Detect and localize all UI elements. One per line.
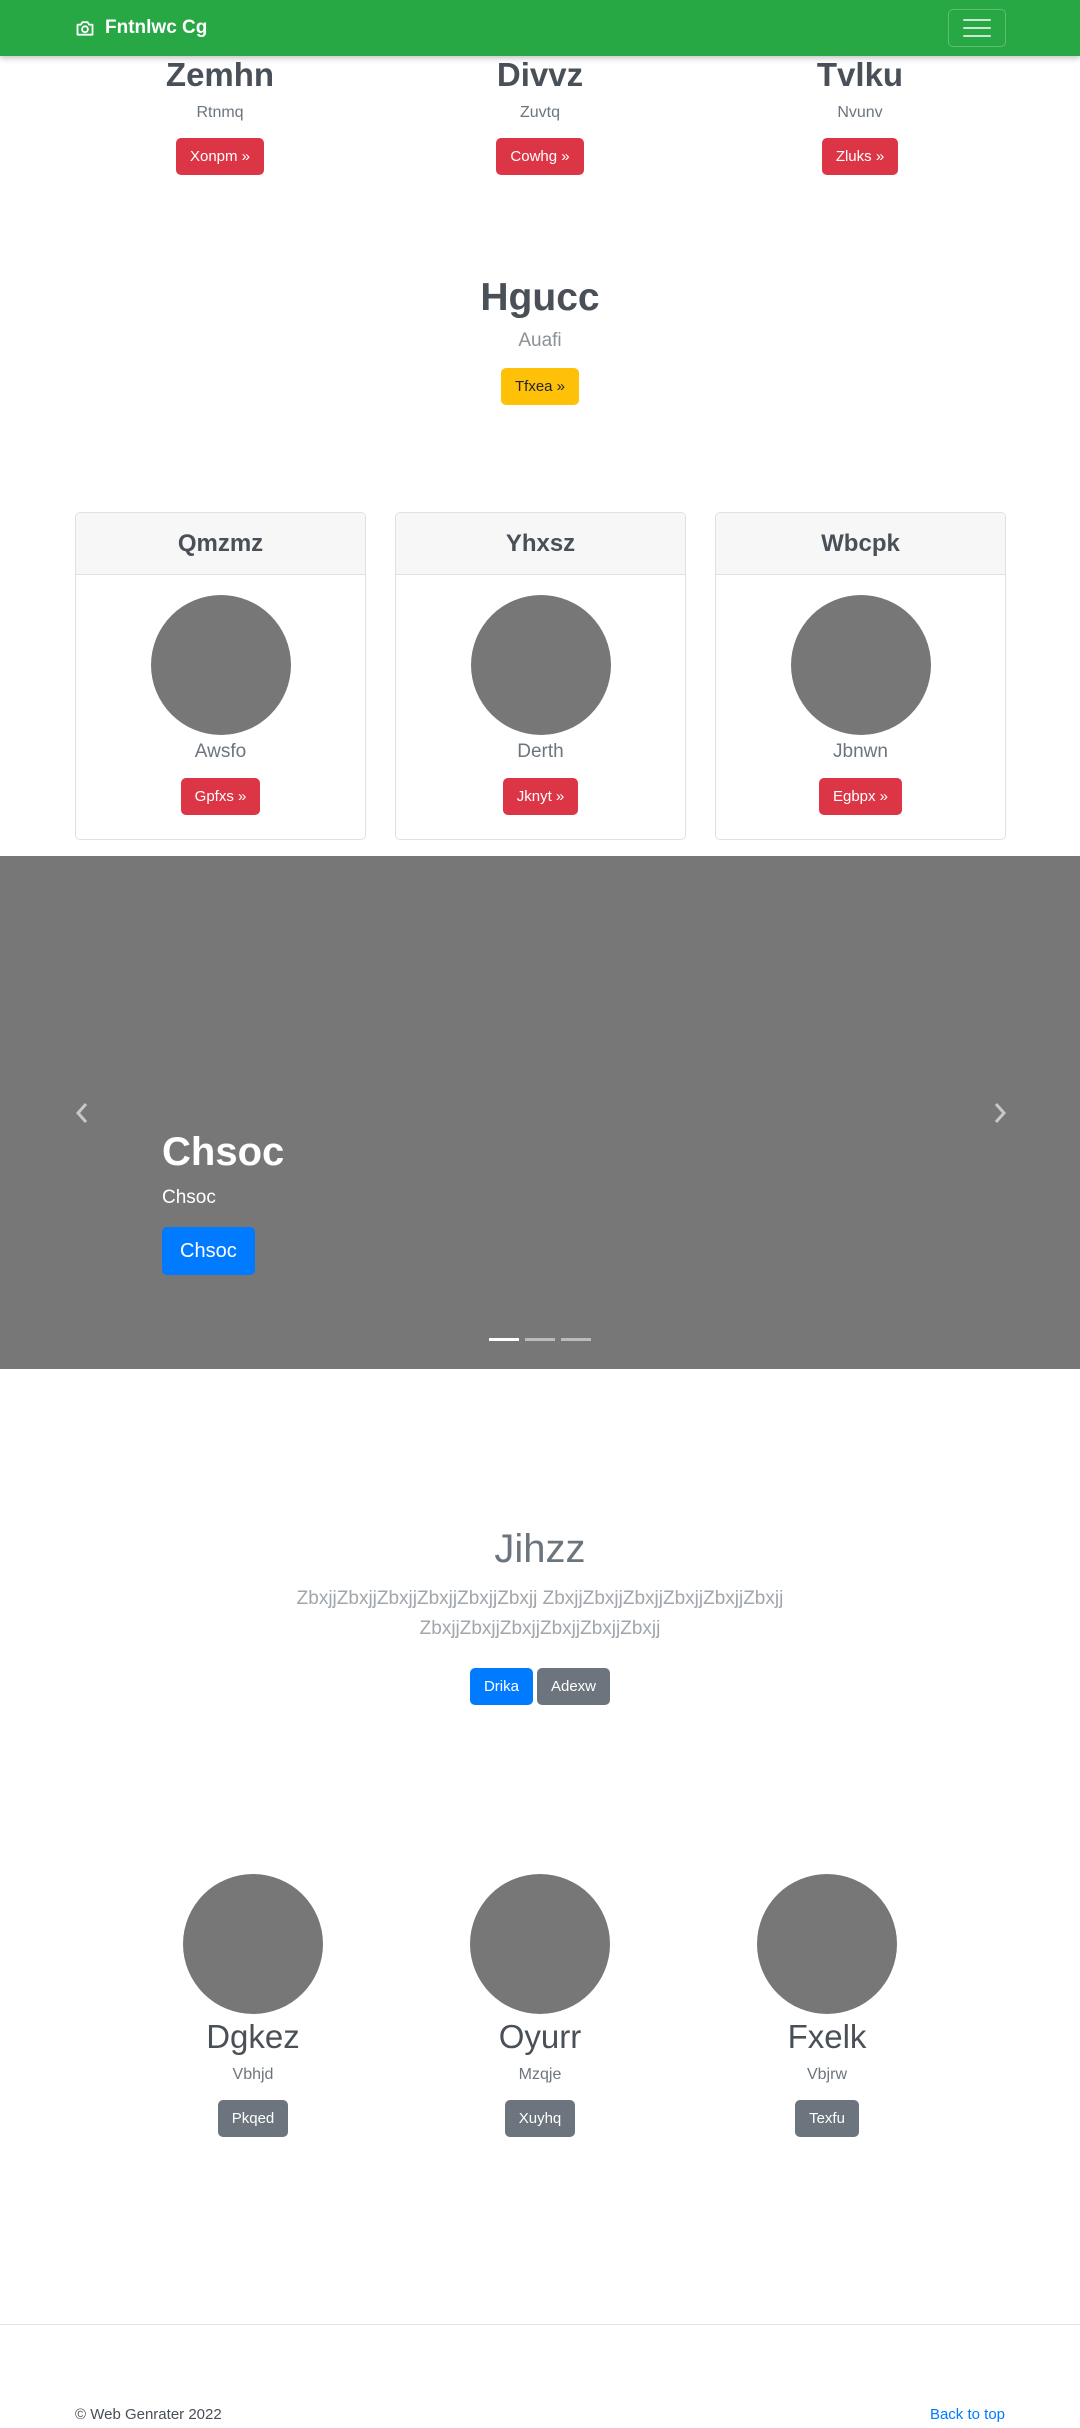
carousel-text: Chsoc (162, 1187, 216, 1208)
camera-icon (76, 21, 94, 36)
person-name: Fxelk (787, 2018, 867, 2055)
jumbotron-primary-button[interactable]: Drika (469, 1668, 533, 1705)
card-button[interactable]: Egbpx » (818, 778, 903, 815)
card-button[interactable]: Gpfxs » (180, 778, 261, 815)
person-name: Dgkez (206, 2018, 300, 2055)
carousel-prev-icon[interactable] (70, 1101, 94, 1125)
column-button[interactable]: Zluks » (821, 138, 899, 175)
feature-button[interactable]: Tfxea » (500, 368, 580, 405)
person-3: Fxelk Vbjrw Texfu (677, 1874, 977, 2137)
brand-text: Fntnlwc Cg (105, 17, 208, 38)
column-subtitle: Zuvtq (519, 104, 560, 121)
card-header: Wbcpk (716, 513, 1005, 575)
card-image-placeholder (470, 595, 611, 735)
column-title: Zemhn (165, 56, 275, 93)
carousel-next-icon[interactable] (988, 1101, 1012, 1125)
card-header: Qmzmz (76, 513, 365, 575)
top-column-3: Tvlku Nvunv Zluks » (710, 56, 1010, 175)
column-subtitle: Rtnmq (196, 104, 244, 121)
column-button[interactable]: Cowhg » (496, 138, 584, 175)
feature-block: Hgucc Auafi Tfxea » (390, 276, 690, 405)
footer-divider (0, 2324, 1080, 2325)
avatar (183, 1874, 323, 2014)
jumbotron: Jihzz ZbxjjZbxjjZbxjjZbxjjZbxjjZbxjj Zbx… (0, 1527, 1080, 1705)
feature-title: Hgucc (480, 276, 600, 319)
person-subtitle: Mzqje (518, 2066, 562, 2083)
card-image-placeholder (790, 595, 931, 735)
footer-copyright: © Web Genrater 2022 (75, 2406, 222, 2423)
card-button[interactable]: Jknyt » (502, 778, 579, 815)
carousel-title: Chsoc (162, 1130, 285, 1174)
card-name: Jbnwn (833, 741, 888, 762)
carousel-indicator-2[interactable] (525, 1338, 555, 1341)
card-name: Derth (517, 741, 564, 762)
top-column-1: Zemhn Rtnmq Xonpm » (70, 56, 370, 175)
person-button[interactable]: Xuyhq (504, 2100, 576, 2137)
person-subtitle: Vbjrw (806, 2066, 847, 2083)
column-button[interactable]: Xonpm » (175, 138, 265, 175)
person-1: Dgkez Vbhjd Pkqed (103, 1874, 403, 2137)
card-header: Yhxsz (396, 513, 685, 575)
person-name: Oyurr (498, 2018, 582, 2055)
back-to-top-link[interactable]: Back to top (930, 2406, 1005, 2423)
card-2: Yhxsz Derth Jknyt » (395, 512, 686, 840)
jumbotron-lead: ZbxjjZbxjjZbxjjZbxjjZbxjjZbxjj ZbxjjZbxj… (296, 1588, 784, 1639)
person-button[interactable]: Texfu (795, 2100, 859, 2137)
jumbotron-title: Jihzz (494, 1527, 586, 1571)
carousel-button[interactable]: Chsoc (162, 1227, 255, 1275)
column-title: Tvlku (816, 56, 904, 93)
carousel: Chsoc Chsoc Chsoc (0, 856, 1080, 1369)
avatar (470, 1874, 610, 2014)
hamburger-icon (963, 19, 991, 21)
carousel-indicators (0, 1338, 1080, 1341)
card-name: Awsfo (194, 741, 247, 762)
card-1: Qmzmz Awsfo Gpfxs » (75, 512, 366, 840)
card-3: Wbcpk Jbnwn Egbpx » (715, 512, 1006, 840)
carousel-caption: Chsoc Chsoc Chsoc (162, 1130, 284, 1275)
jumbotron-secondary-button[interactable]: Adexw (536, 1668, 611, 1705)
feature-subtitle: Auafi (518, 330, 562, 351)
top-column-2: Divvz Zuvtq Cowhg » (390, 56, 690, 175)
column-subtitle: Nvunv (837, 104, 883, 121)
navbar-brand[interactable]: Fntnlwc Cg (75, 0, 207, 56)
menu-toggle-button[interactable] (948, 9, 1006, 47)
card-image-placeholder (150, 595, 291, 735)
navbar: Fntnlwc Cg (0, 0, 1080, 56)
carousel-indicator-1[interactable] (489, 1338, 519, 1341)
avatar (757, 1874, 897, 2014)
carousel-indicator-3[interactable] (561, 1338, 591, 1341)
person-button[interactable]: Pkqed (217, 2100, 289, 2137)
column-title: Divvz (496, 56, 584, 93)
person-subtitle: Vbhjd (232, 2066, 274, 2083)
person-2: Oyurr Mzqje Xuyhq (390, 1874, 690, 2137)
